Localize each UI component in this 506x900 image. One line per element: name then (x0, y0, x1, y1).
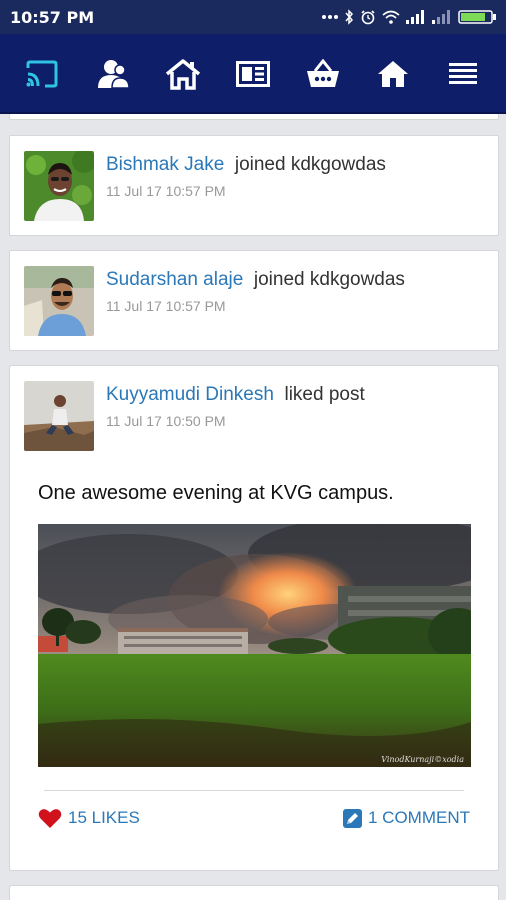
status-bar: 10:57 PM (0, 0, 506, 34)
nav-home-outline-button[interactable] (148, 34, 218, 114)
divider (44, 790, 464, 791)
newspaper-icon (236, 61, 270, 87)
activity-action: liked post (284, 384, 365, 405)
battery-icon (458, 10, 496, 24)
activity-headline: Bishmak Jake joined kdkgowdas (106, 154, 386, 176)
nav-users-button[interactable] (78, 34, 148, 114)
activity-headline: Sudarshan alaje joined kdkgowdas (106, 269, 405, 291)
avatar[interactable] (24, 381, 94, 451)
activity-action: joined kdkgowdas (253, 269, 405, 290)
photo-watermark: VinodKurnaji©xodia (381, 755, 464, 764)
basket-icon (307, 59, 339, 87)
activity-timestamp: 11 Jul 17 10:57 PM (106, 298, 226, 314)
top-nav-bar (0, 34, 506, 114)
comments-button[interactable]: 1 COMMENT (343, 806, 470, 830)
bluetooth-icon (345, 9, 354, 25)
nav-basket-button[interactable] (288, 34, 358, 114)
post-activity-card: Kuyyamudi Dinkesh liked post 11 Jul 17 1… (9, 365, 499, 871)
activity-headline: Kuyyamudi Dinkesh liked post (106, 384, 365, 406)
avatar[interactable] (24, 151, 94, 221)
next-card (9, 885, 499, 900)
activity-timestamp: 11 Jul 17 10:50 PM (106, 413, 226, 429)
activity-card: Sudarshan alaje joined kdkgowdas 11 Jul … (9, 250, 499, 351)
likes-count: 15 LIKES (68, 808, 140, 827)
nav-home-button[interactable] (358, 34, 428, 114)
post-text: One awesome evening at KVG campus. (38, 482, 394, 504)
home-outline-icon (165, 59, 201, 90)
previous-card (9, 114, 499, 120)
edit-square-icon (343, 808, 362, 828)
signal-weak-icon (432, 10, 450, 24)
activity-card: Bishmak Jake joined kdkgowdas 11 Jul 17 … (9, 135, 499, 236)
home-icon (378, 61, 408, 87)
cast-icon (26, 60, 58, 88)
activity-timestamp: 11 Jul 17 10:57 PM (106, 183, 226, 199)
nav-menu-button[interactable] (428, 34, 498, 114)
post-photo[interactable]: VinodKurnaji©xodia (38, 524, 471, 767)
nav-news-button[interactable] (218, 34, 288, 114)
username-link[interactable]: Bishmak Jake (106, 154, 224, 175)
more-dots-icon (322, 15, 338, 19)
heart-icon (38, 808, 62, 828)
status-icons (322, 7, 498, 27)
wifi-icon (382, 10, 400, 24)
comments-count: 1 COMMENT (368, 808, 470, 827)
likes-button[interactable]: 15 LIKES (38, 806, 140, 830)
status-time: 10:57 PM (10, 8, 95, 27)
menu-icon (449, 63, 477, 84)
username-link[interactable]: Sudarshan alaje (106, 269, 243, 290)
nav-cast-button[interactable] (7, 34, 77, 114)
signal-icon (406, 10, 424, 24)
avatar[interactable] (24, 266, 94, 336)
alarm-icon (361, 10, 375, 25)
username-link[interactable]: Kuyyamudi Dinkesh (106, 384, 274, 405)
users-icon (98, 60, 130, 89)
activity-action: joined kdkgowdas (234, 154, 386, 175)
